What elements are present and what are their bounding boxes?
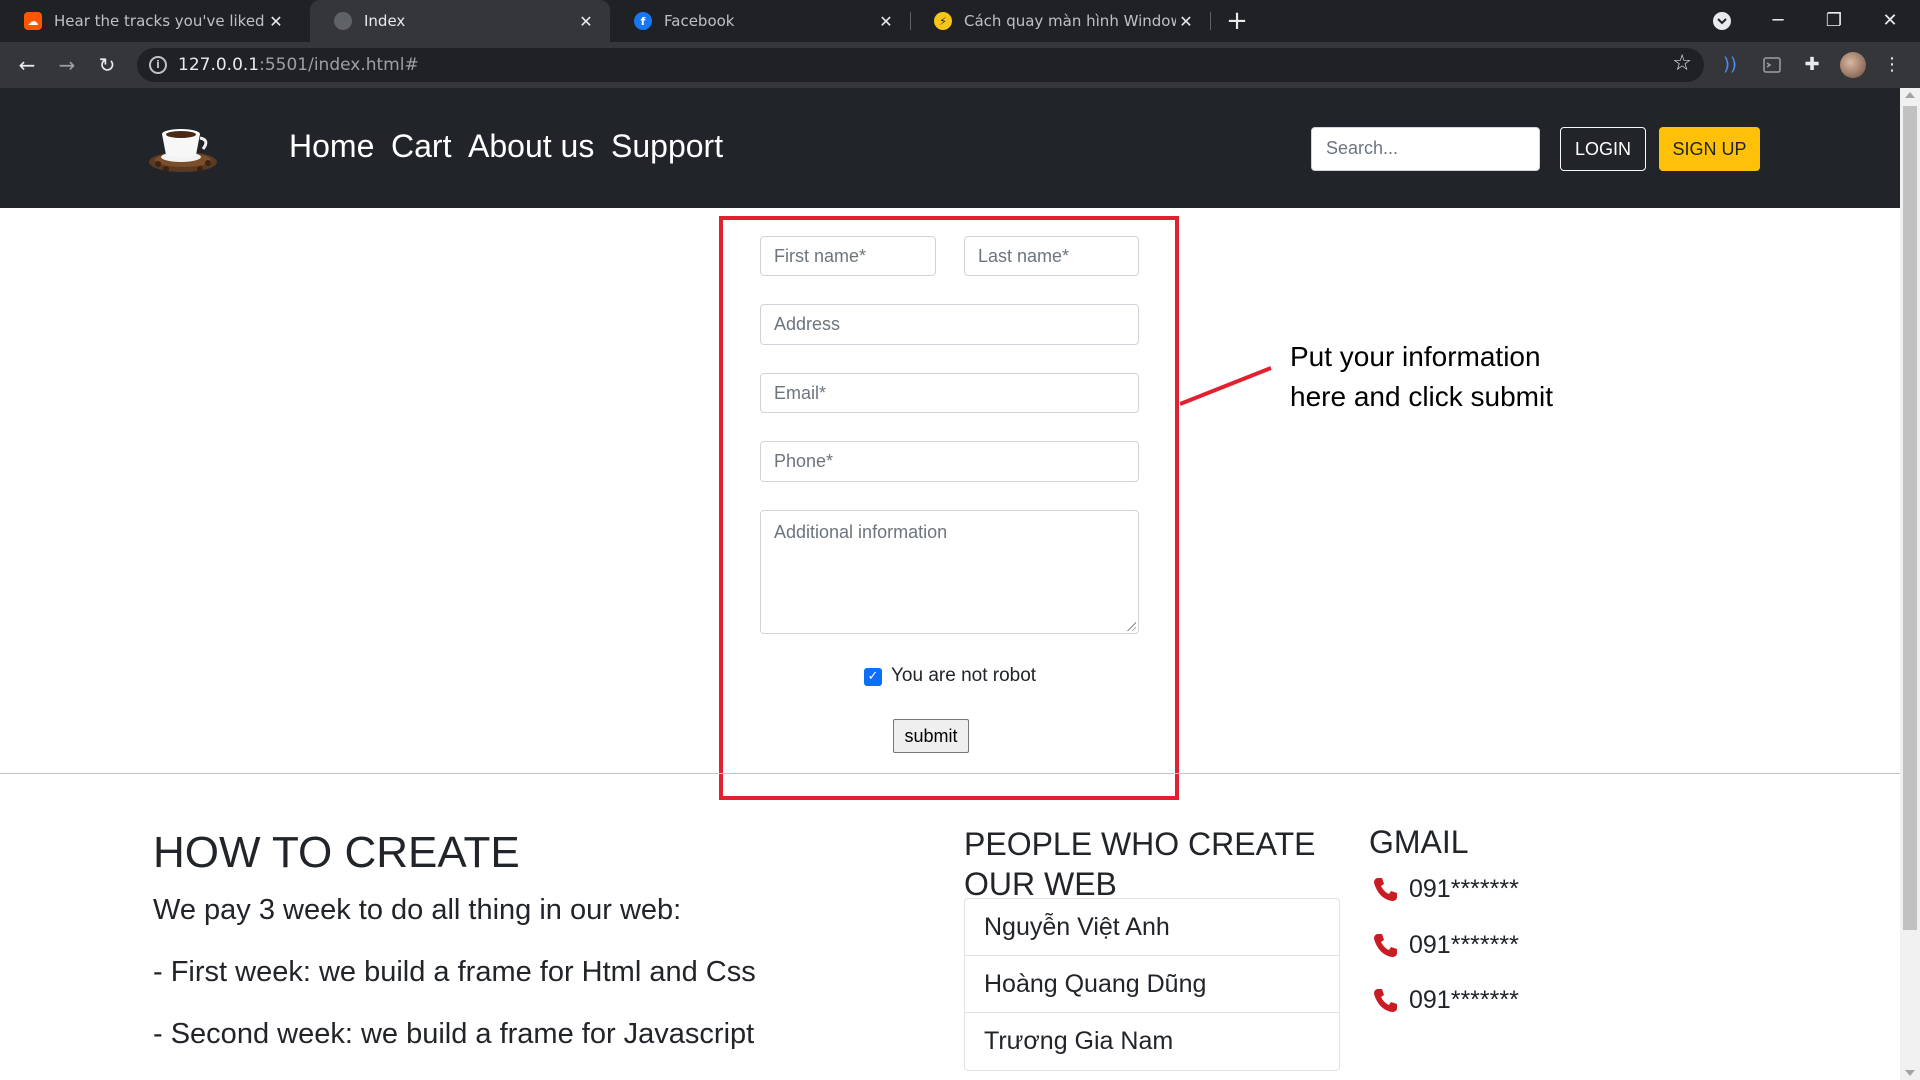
login-button[interactable]: LOGIN xyxy=(1560,127,1646,171)
address-field[interactable]: Address xyxy=(760,304,1139,345)
bookmark-star-icon[interactable]: ☆ xyxy=(1672,51,1692,76)
extension-broadcast-icon[interactable]: )) xyxy=(1718,53,1742,77)
close-tab-icon[interactable]: ✕ xyxy=(1176,12,1196,31)
address-bar[interactable]: i 127.0.0.1:5501/index.html# ☆ xyxy=(137,48,1704,82)
signup-button[interactable]: SIGN UP xyxy=(1659,127,1760,171)
phone-number: 091******* xyxy=(1409,985,1519,1014)
annotation-text: Put your information here and click subm… xyxy=(1290,341,1554,412)
phone-number: 091******* xyxy=(1409,930,1519,959)
nav-home[interactable]: Home xyxy=(289,128,374,165)
nav-support[interactable]: Support xyxy=(611,128,723,165)
profile-avatar[interactable] xyxy=(1840,52,1866,78)
nav-cart[interactable]: Cart xyxy=(391,128,451,165)
list-item: Trương Gia Nam xyxy=(984,1027,1174,1055)
vertical-scrollbar[interactable] xyxy=(1900,88,1920,1080)
scroll-down-arrow-icon[interactable] xyxy=(1905,1070,1915,1076)
tab-search-icon[interactable] xyxy=(1702,6,1742,36)
tab-title: Hear the tracks you've liked: on S xyxy=(54,12,266,30)
close-tab-icon[interactable]: ✕ xyxy=(576,12,596,31)
not-robot-label[interactable]: You are not robot xyxy=(891,665,1036,687)
url-text[interactable]: 127.0.0.1:5501/index.html# xyxy=(178,55,419,75)
coffee-cup-logo[interactable] xyxy=(148,122,218,174)
extension-terminal-icon[interactable] xyxy=(1760,53,1784,77)
phone-field[interactable]: Phone* xyxy=(760,441,1139,482)
scrollbar-thumb[interactable] xyxy=(1903,106,1917,930)
phone-icon xyxy=(1374,934,1397,957)
list-item: Hoàng Quang Dũng xyxy=(965,956,1339,1013)
last-name-field[interactable]: Last name* xyxy=(964,236,1139,276)
nav-about-us[interactable]: About us xyxy=(468,128,594,165)
page-viewport: Home Cart About us Support Search... LOG… xyxy=(0,88,1900,1080)
tab-title: Cách quay màn hình Windows 10 xyxy=(964,12,1176,30)
tab-title: Facebook xyxy=(664,12,735,30)
tab-index[interactable]: Index ✕ xyxy=(310,0,610,42)
phone-row: 091******* xyxy=(1371,985,1519,1015)
email-field[interactable]: Email* xyxy=(760,373,1139,413)
close-window-icon[interactable]: ✕ xyxy=(1870,6,1910,36)
how-text-line: - Second week: we build a frame for Java… xyxy=(153,1018,755,1050)
back-icon[interactable]: ← xyxy=(12,50,42,80)
phone-icon xyxy=(1374,989,1397,1012)
tab-windows-guide[interactable]: ⚡ Cách quay màn hình Windows 10 ✕ xyxy=(910,0,1210,42)
extensions-puzzle-icon[interactable]: ✚ xyxy=(1800,53,1824,77)
tab-separator xyxy=(1210,12,1211,30)
how-text-line: We pay 3 week to do all thing in our web… xyxy=(153,894,682,926)
annotation-arrow-line xyxy=(1180,366,1272,406)
tab-soundcloud[interactable]: ☁ Hear the tracks you've liked: on S ✕ xyxy=(0,0,300,42)
minimize-icon[interactable]: ─ xyxy=(1758,6,1798,36)
tab-title: Index xyxy=(364,12,406,30)
scroll-up-arrow-icon[interactable] xyxy=(1905,92,1915,98)
close-tab-icon[interactable]: ✕ xyxy=(266,12,286,31)
menu-kebab-icon[interactable]: ⋮ xyxy=(1880,53,1904,77)
list-item: Nguyễn Việt Anh xyxy=(965,899,1339,956)
search-input[interactable]: Search... xyxy=(1311,127,1540,171)
how-text-line: - First week: we build a frame for Html … xyxy=(153,956,756,988)
resize-handle-icon[interactable] xyxy=(1126,621,1136,631)
how-to-create-title: HOW TO CREATE xyxy=(153,828,520,877)
phone-row: 091******* xyxy=(1371,930,1519,960)
restore-icon[interactable]: ❐ xyxy=(1814,6,1854,36)
submit-button[interactable]: submit xyxy=(893,719,969,753)
facebook-icon: f xyxy=(634,12,652,30)
forward-icon[interactable]: → xyxy=(52,50,82,80)
people-title: PEOPLE WHO CREATE OUR WEB xyxy=(964,826,1316,902)
tab-facebook[interactable]: f Facebook ✕ xyxy=(610,0,910,42)
gmail-title: GMAIL xyxy=(1369,824,1469,860)
section-divider xyxy=(0,773,1900,774)
soundcloud-icon: ☁ xyxy=(24,12,42,30)
phone-icon xyxy=(1374,878,1397,901)
new-tab-icon[interactable]: + xyxy=(1222,6,1252,36)
lightning-icon: ⚡ xyxy=(934,12,952,30)
not-robot-checkbox[interactable]: ✓ xyxy=(864,668,882,686)
textarea-placeholder: Additional information xyxy=(774,522,948,542)
globe-icon xyxy=(334,12,352,30)
close-tab-icon[interactable]: ✕ xyxy=(876,12,896,31)
phone-number: 091******* xyxy=(1409,874,1519,903)
phone-row: 091******* xyxy=(1371,874,1519,904)
additional-info-textarea[interactable]: Additional information xyxy=(760,510,1139,634)
browser-tab-bar: ☁ Hear the tracks you've liked: on S ✕ I… xyxy=(0,0,1920,42)
people-list: Nguyễn Việt Anh Hoàng Quang Dũng Trương … xyxy=(964,898,1340,1071)
reload-icon[interactable]: ↻ xyxy=(92,50,122,80)
site-navbar: Home Cart About us Support Search... LOG… xyxy=(0,88,1900,208)
browser-toolbar: ← → ↻ i 127.0.0.1:5501/index.html# ☆ )) … xyxy=(0,42,1920,88)
info-icon[interactable]: i xyxy=(149,56,167,74)
first-name-field[interactable]: First name* xyxy=(760,236,936,276)
